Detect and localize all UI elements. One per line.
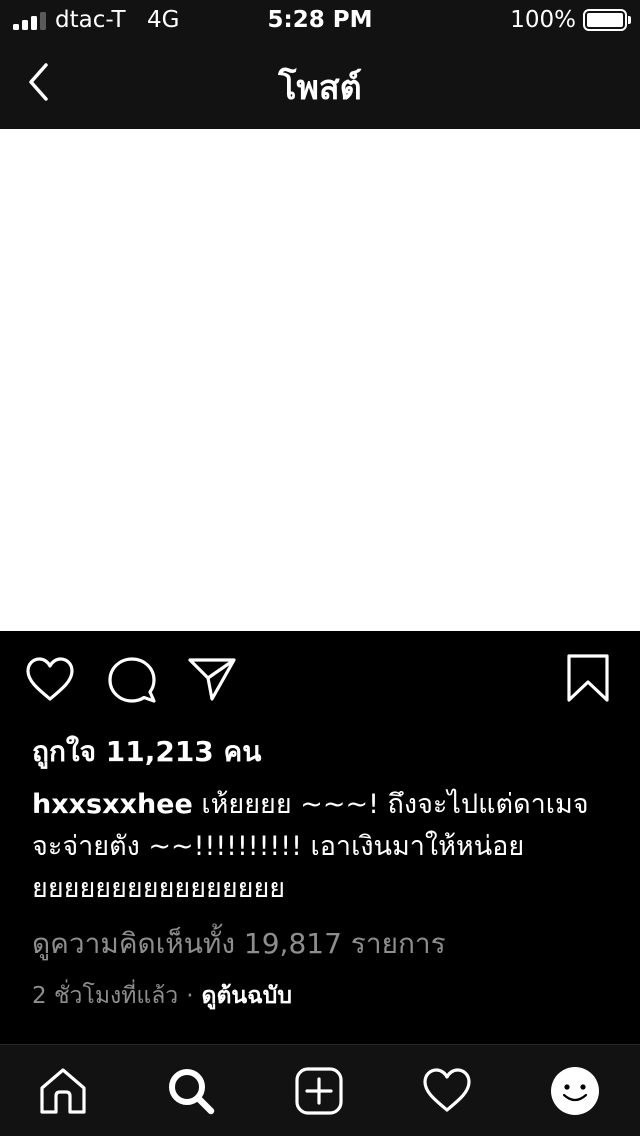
save-button[interactable] (562, 652, 614, 704)
plus-square-icon (295, 1067, 343, 1115)
tab-create[interactable] (293, 1065, 345, 1117)
caption-username[interactable]: hxxsxxhee (32, 789, 193, 820)
screen: dtac-T 4G 5:28 PM 100% โพสต์ ถูกใจ 11,21… (0, 0, 640, 1136)
post-caption: hxxsxxhee เห้ยยยย ~~~! ถึงจะไปแต่ดาเมจจะ… (32, 784, 617, 910)
status-bar: dtac-T 4G 5:28 PM 100% (0, 0, 640, 40)
post-meta: 2 ชั่วโมงที่แล้ว · ดูต้นฉบับ (32, 978, 292, 1014)
view-all-comments-link[interactable]: ดูความคิดเห็นทั้ง 19,817 รายการ (32, 922, 446, 966)
share-button[interactable] (186, 654, 238, 706)
post-image[interactable] (0, 129, 640, 631)
post-time-ago: 2 ชั่วโมงที่แล้ว (32, 983, 179, 1009)
comment-icon (108, 657, 156, 703)
home-icon (40, 1068, 86, 1114)
tab-search[interactable] (165, 1065, 217, 1117)
heart-icon (423, 1068, 471, 1112)
nav-header: โพสต์ (0, 40, 640, 129)
battery-percentage: 100% (510, 7, 576, 33)
likes-count[interactable]: ถูกใจ 11,213 คน (32, 730, 261, 774)
heart-icon (26, 657, 74, 701)
avatar (551, 1067, 599, 1115)
see-original-link[interactable]: ดูต้นฉบับ (202, 983, 292, 1009)
meta-separator: · (186, 983, 194, 1009)
bottom-tab-bar (0, 1044, 640, 1136)
paper-plane-icon (188, 658, 236, 701)
battery-icon (583, 9, 631, 31)
page-title: โพสต์ (278, 68, 362, 108)
bookmark-icon (567, 654, 609, 702)
like-button[interactable] (24, 654, 76, 706)
comment-button[interactable] (106, 654, 158, 706)
tab-activity[interactable] (421, 1065, 473, 1117)
tab-home[interactable] (37, 1065, 89, 1117)
tab-profile[interactable] (549, 1065, 601, 1117)
search-icon (169, 1069, 215, 1115)
